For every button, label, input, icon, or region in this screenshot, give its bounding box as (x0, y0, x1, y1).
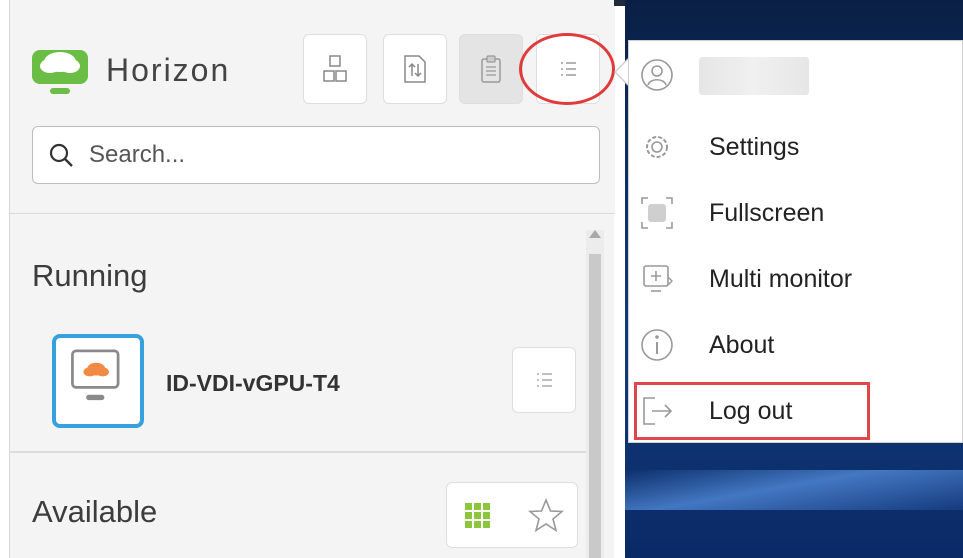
menu-item-settings[interactable]: Settings (629, 115, 963, 179)
scroll-up-arrow-icon[interactable] (589, 230, 601, 238)
file-transfer-icon (404, 55, 426, 83)
available-section-title: Available (32, 494, 158, 529)
running-desktop-tile[interactable] (52, 334, 144, 428)
menu-item-multi-monitor[interactable]: Multi monitor (629, 247, 963, 311)
desktop-light-streak (625, 470, 963, 510)
switch-windows-button[interactable] (303, 34, 367, 104)
section-divider (10, 451, 596, 453)
menu-item-label: Multi monitor (709, 265, 853, 293)
search-icon (49, 143, 73, 167)
multi-monitor-icon (643, 265, 673, 292)
star-icon[interactable] (527, 497, 565, 535)
clipboard-button[interactable] (459, 34, 523, 104)
fullscreen-icon (641, 197, 673, 229)
info-icon (641, 329, 673, 361)
logout-highlight-box (634, 382, 870, 440)
running-section-title: Running (32, 258, 148, 293)
file-transfer-button[interactable] (383, 34, 447, 104)
menu-item-label: Fullscreen (709, 199, 825, 227)
menu-pointer-fill (616, 60, 628, 84)
menu-item-about[interactable]: About (629, 313, 963, 377)
desktop-cloud-icon (71, 349, 120, 401)
scrollbar-thumb[interactable] (589, 254, 601, 558)
user-name-redacted (699, 57, 809, 95)
search-box[interactable]: Search... (32, 126, 600, 184)
user-avatar-icon (641, 59, 673, 91)
running-desktop-name[interactable]: ID-VDI-vGPU-T4 (166, 370, 340, 397)
menu-item-label: About (709, 331, 775, 359)
grid-view-icon[interactable] (463, 501, 493, 531)
clipboard-icon (481, 55, 501, 83)
horizon-sidebar: Horizon Search... Running ID-VDI-vGPU-T4… (9, 0, 615, 558)
horizon-logo-icon (32, 50, 88, 94)
view-controls (446, 482, 578, 548)
windows-icon (323, 55, 347, 82)
list-menu-icon (537, 373, 552, 387)
search-input[interactable]: Search... (89, 141, 185, 169)
menu-button-highlight-circle (519, 33, 615, 105)
menu-item-label: Settings (709, 133, 800, 161)
app-title: Horizon (106, 52, 231, 88)
gear-icon (646, 136, 668, 158)
desktop-options-button[interactable] (512, 347, 576, 413)
sidebar-header: Horizon Search... (10, 6, 615, 214)
menu-item-fullscreen[interactable]: Fullscreen (629, 181, 963, 245)
